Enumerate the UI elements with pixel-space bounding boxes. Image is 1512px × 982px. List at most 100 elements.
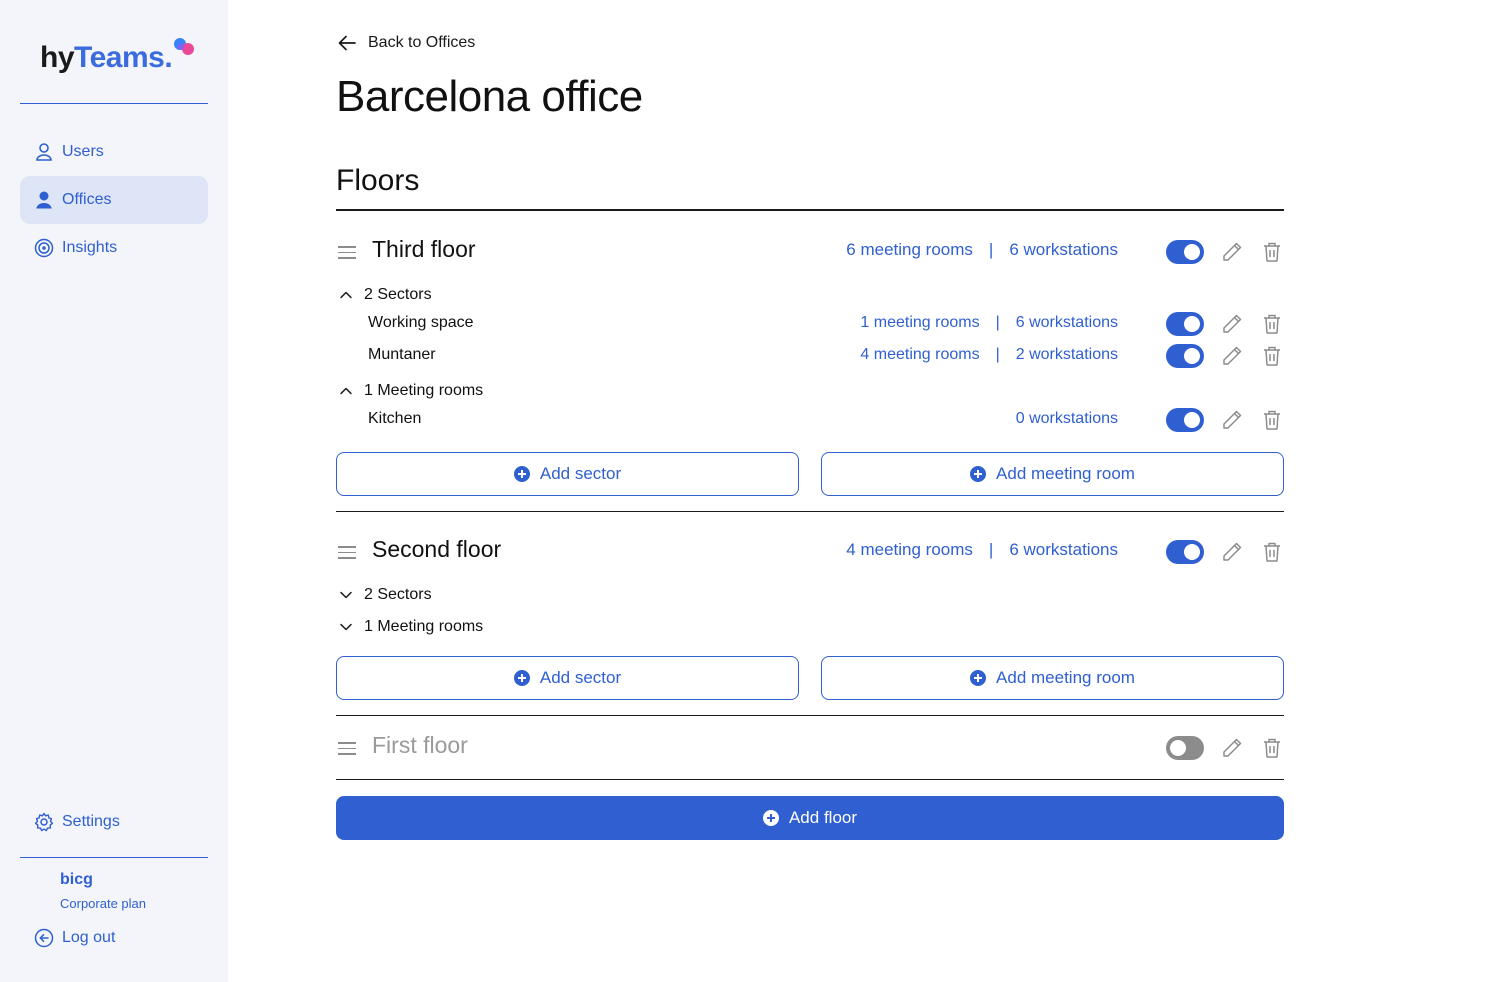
stats-separator: | [995,346,1000,363]
plus-circle-icon [970,466,987,482]
meeting-rooms-link[interactable]: 6 meeting rooms [846,240,973,260]
chevron-up-icon [340,387,352,395]
sector-stats: 1 meeting rooms | 6 workstations [860,314,1118,332]
meeting-rooms-link[interactable]: 4 meeting rooms [860,346,979,364]
sidebar-divider-top [20,103,208,104]
plus-circle-icon [513,466,530,482]
add-meeting-room-label: Add meeting room [996,668,1135,687]
trash-icon[interactable] [1260,344,1284,368]
pencil-icon[interactable] [1220,540,1244,564]
floor-row-third: Third floor 6 meeting rooms | 6 workstat… [336,236,1284,266]
trash-icon[interactable] [1260,540,1284,564]
floor-name: Second floor [372,536,502,562]
sidebar-item-settings[interactable]: Settings [20,798,208,846]
logo-text-hy: hy [40,41,75,74]
floors-header-divider [336,209,1284,211]
sector-enabled-toggle[interactable] [1166,344,1204,368]
stats-separator: | [988,240,994,259]
drag-handle-icon[interactable] [338,246,356,260]
logout-button[interactable]: Log out [20,914,208,962]
sector-name: Muntaner [368,346,436,363]
add-floor-button[interactable]: Add floor [336,796,1284,840]
sidebar-item-label: Settings [62,813,120,830]
add-sector-button[interactable]: Add sector [336,452,799,496]
floor-divider [336,715,1284,716]
pencil-icon[interactable] [1220,736,1244,760]
logo-text-teams: Teams [74,41,165,74]
floor-stats: 6 meeting rooms | 6 workstations [846,240,1118,260]
target-icon [34,238,54,258]
trash-icon[interactable] [1260,240,1284,264]
meeting-rooms-link[interactable]: 1 meeting rooms [860,314,979,332]
pencil-icon[interactable] [1220,344,1244,368]
trash-icon[interactable] [1260,736,1284,760]
floor-name: Third floor [372,236,476,262]
floor-name: First floor [372,732,468,758]
drag-handle-icon[interactable] [338,742,356,756]
pencil-icon[interactable] [1220,312,1244,336]
sidebar-item-label: Users [62,143,104,160]
meeting-rooms-link[interactable]: 4 meeting rooms [846,540,973,560]
floor-row-first: First floor [336,732,1284,762]
meeting-rooms-group-toggle[interactable]: 1 Meeting rooms [338,618,483,636]
meeting-room-name: Kitchen [368,410,422,427]
floor-divider [336,779,1284,780]
user-filled-icon [34,190,54,210]
add-meeting-room-label: Add meeting room [996,464,1135,483]
floor-enabled-toggle[interactable] [1166,240,1204,264]
pencil-icon[interactable] [1220,408,1244,432]
pencil-icon[interactable] [1220,240,1244,264]
workstations-link[interactable]: 6 workstations [1016,314,1118,332]
group-row-meeting-rooms: 1 Meeting rooms [336,380,1284,402]
gear-icon [34,812,54,832]
page-title: Barcelona office [336,72,643,121]
hyteams-logo[interactable]: hyTeams. [40,34,198,78]
sidebar-item-label: Insights [62,239,118,256]
plus-circle-icon [513,670,530,686]
add-meeting-room-button[interactable]: Add meeting room [821,656,1284,700]
group-label: 2 Sectors [364,586,432,603]
floor-enabled-toggle[interactable] [1166,540,1204,564]
group-label: 1 Meeting rooms [364,618,484,635]
sector-stats: 4 meeting rooms | 2 workstations [860,346,1118,364]
sector-row-working-space: Working space 1 meeting rooms | 6 workst… [336,312,1284,336]
workstations-link[interactable]: 0 workstations [1016,410,1118,428]
trash-icon[interactable] [1260,408,1284,432]
workstations-link[interactable]: 2 workstations [1016,346,1118,364]
group-label: 2 Sectors [364,286,432,303]
group-row-sectors-collapsed: 2 Sectors [336,584,1284,606]
account-name: bicg [60,871,93,888]
sidebar-item-label: Offices [62,191,112,208]
chevron-up-icon [340,291,352,299]
workstations-link[interactable]: 6 workstations [1009,240,1118,260]
back-link-label: Back to Offices [368,34,476,51]
back-to-offices-link[interactable]: Back to Offices [336,32,475,54]
logout-arrow-icon [34,928,54,948]
sidebar-divider-bottom [20,857,208,858]
sectors-group-toggle[interactable]: 2 Sectors [338,286,432,304]
logo-text-dot: . [164,41,173,74]
floor-stats: 4 meeting rooms | 6 workstations [846,540,1118,560]
floor-divider [336,511,1284,512]
meeting-room-enabled-toggle[interactable] [1166,408,1204,432]
add-sector-button[interactable]: Add sector [336,656,799,700]
arrow-left-icon [338,35,356,51]
sidebar-item-insights[interactable]: Insights [20,224,208,272]
sidebar-item-users[interactable]: Users [20,128,208,176]
add-meeting-room-button[interactable]: Add meeting room [821,452,1284,496]
plus-circle-icon [762,810,779,826]
user-outline-icon [34,142,54,162]
sector-row-muntaner: Muntaner 4 meeting rooms | 2 workstation… [336,344,1284,368]
sidebar: hyTeams. Users Offices Insights Settings… [0,0,228,982]
sidebar-item-offices[interactable]: Offices [20,176,208,224]
group-row-sectors: 2 Sectors [336,284,1284,306]
floor-enabled-toggle[interactable] [1166,736,1204,760]
sectors-group-toggle[interactable]: 2 Sectors [338,586,432,604]
sector-enabled-toggle[interactable] [1166,312,1204,336]
workstations-link[interactable]: 6 workstations [1009,540,1118,560]
stats-separator: | [988,540,994,559]
trash-icon[interactable] [1260,312,1284,336]
meeting-rooms-group-toggle[interactable]: 1 Meeting rooms [338,382,483,400]
meeting-room-stats: 0 workstations [1016,410,1118,428]
drag-handle-icon[interactable] [338,546,356,560]
